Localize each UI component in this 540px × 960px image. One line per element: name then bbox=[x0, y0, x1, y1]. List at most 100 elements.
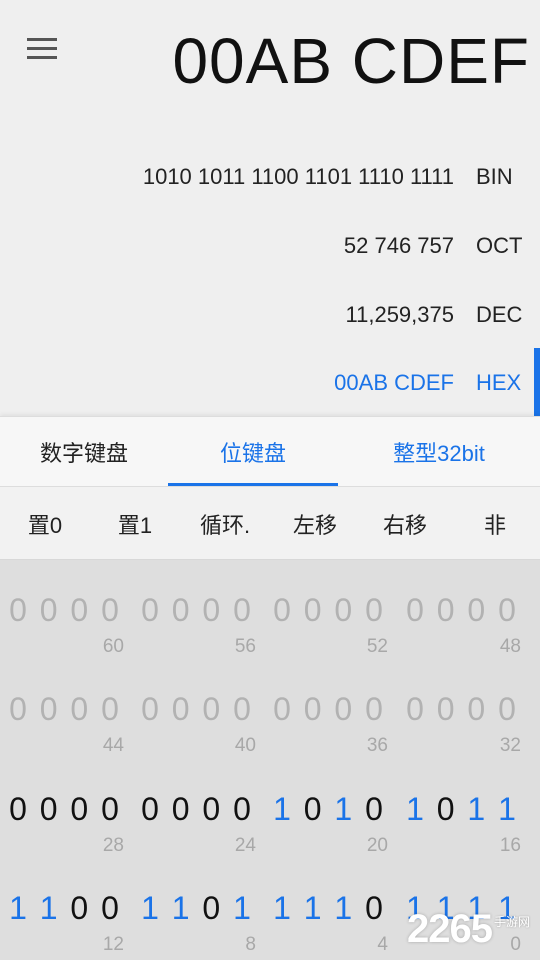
bit-toggle[interactable]: 0 bbox=[401, 691, 429, 728]
set-one-button[interactable]: 置1 bbox=[90, 487, 180, 561]
bit-toggle[interactable]: 1 bbox=[329, 791, 357, 828]
watermark-number: 2265 bbox=[407, 907, 493, 951]
bit-toggle[interactable]: 0 bbox=[329, 592, 357, 629]
oct-value: 52 746 757 bbox=[343, 233, 454, 258]
bit-group-digits: 1110 bbox=[268, 890, 388, 927]
bit-toggle[interactable]: 0 bbox=[299, 791, 327, 828]
shift-left-button[interactable]: 左移 bbox=[270, 487, 360, 561]
bit-group-digits: 0000 bbox=[136, 791, 256, 828]
bit-group-digits: 0000 bbox=[136, 592, 256, 629]
bit-toggle[interactable]: 0 bbox=[228, 691, 256, 728]
bit-position-label: 20 bbox=[366, 835, 388, 856]
bit-toggle[interactable]: 1 bbox=[167, 890, 195, 927]
dec-row[interactable]: 11,259,375 DEC bbox=[345, 295, 523, 335]
tab-bit-keyboard[interactable]: 位键盘 bbox=[168, 417, 338, 487]
bit-toggle[interactable]: 1 bbox=[401, 791, 429, 828]
oct-row[interactable]: 52 746 757 OCT bbox=[343, 226, 523, 266]
bit-toggle[interactable]: 0 bbox=[136, 592, 164, 629]
bit-toggle[interactable]: 0 bbox=[329, 691, 357, 728]
bit-toggle[interactable]: 1 bbox=[462, 791, 490, 828]
rotate-button[interactable]: 循环. bbox=[180, 487, 270, 561]
bit-toggle[interactable]: 0 bbox=[360, 791, 388, 828]
bit-toggle[interactable]: 0 bbox=[401, 592, 429, 629]
bit-group-36: 0 0 0 0 36 bbox=[268, 673, 388, 772]
bit-position-label: 16 bbox=[499, 835, 521, 856]
bit-group-4: 11104 bbox=[268, 872, 388, 960]
hex-row[interactable]: 00AB CDEF HEX bbox=[334, 363, 522, 403]
bin-row[interactable]: 1010 1011 1100 1101 1110 1111 BIN bbox=[143, 157, 522, 197]
bit-toggle[interactable]: 0 bbox=[96, 691, 124, 728]
bit-toggle[interactable]: 0 bbox=[167, 592, 195, 629]
bit-toggle[interactable]: 0 bbox=[268, 592, 296, 629]
hamburger-menu-icon[interactable] bbox=[27, 38, 57, 60]
bit-toggle[interactable]: 1 bbox=[35, 890, 63, 927]
bit-toggle[interactable]: 1 bbox=[299, 890, 327, 927]
bit-toggle[interactable]: 0 bbox=[4, 592, 32, 629]
bit-toggle[interactable]: 0 bbox=[35, 592, 63, 629]
bit-position-label: 48 bbox=[499, 636, 521, 657]
bit-position-label: 28 bbox=[102, 835, 124, 856]
tab-int32[interactable]: 整型32bit bbox=[338, 417, 540, 487]
bit-toggle[interactable]: 0 bbox=[65, 592, 93, 629]
keyboard-tabs: 数字键盘 位键盘 整型32bit bbox=[0, 416, 540, 487]
bit-toggle[interactable]: 0 bbox=[65, 890, 93, 927]
bit-toggle[interactable]: 1 bbox=[493, 791, 521, 828]
bit-toggle[interactable]: 0 bbox=[197, 691, 225, 728]
bit-toggle[interactable]: 1 bbox=[4, 890, 32, 927]
bit-toggle[interactable]: 1 bbox=[228, 890, 256, 927]
bit-toggle[interactable]: 0 bbox=[228, 592, 256, 629]
bit-toggle[interactable]: 0 bbox=[65, 691, 93, 728]
bit-toggle[interactable]: 0 bbox=[96, 791, 124, 828]
bit-group-52: 0 0 0 0 52 bbox=[268, 574, 388, 673]
bit-position-label: 24 bbox=[234, 835, 256, 856]
bit-toggle[interactable]: 0 bbox=[493, 592, 521, 629]
bit-position-label: 36 bbox=[366, 735, 388, 756]
bit-toggle[interactable]: 0 bbox=[493, 691, 521, 728]
bit-toggle[interactable]: 0 bbox=[360, 592, 388, 629]
bit-toggle[interactable]: 1 bbox=[268, 791, 296, 828]
active-base-indicator bbox=[534, 348, 540, 416]
bit-toggle[interactable]: 0 bbox=[268, 691, 296, 728]
bit-toggle[interactable]: 0 bbox=[167, 791, 195, 828]
bit-toggle[interactable]: 0 bbox=[35, 791, 63, 828]
bit-toggle[interactable]: 0 bbox=[299, 691, 327, 728]
bit-toggle[interactable]: 1 bbox=[268, 890, 296, 927]
bit-toggle[interactable]: 0 bbox=[462, 592, 490, 629]
hex-label: HEX bbox=[476, 370, 522, 395]
dec-value: 11,259,375 bbox=[345, 302, 454, 327]
bit-group-digits: 0000 bbox=[4, 691, 124, 728]
bit-toggle[interactable]: 0 bbox=[360, 691, 388, 728]
bit-toggle[interactable]: 0 bbox=[360, 890, 388, 927]
bit-toggle[interactable]: 0 bbox=[96, 592, 124, 629]
bit-group-28: 0 0 0 0 28 bbox=[4, 773, 124, 872]
bit-toggle[interactable]: 0 bbox=[96, 890, 124, 927]
bit-toggle[interactable]: 0 bbox=[432, 791, 460, 828]
shift-right-button[interactable]: 右移 bbox=[360, 487, 450, 561]
bit-toggle[interactable]: 0 bbox=[4, 691, 32, 728]
bit-toggle[interactable]: 0 bbox=[462, 691, 490, 728]
bit-toggle[interactable]: 0 bbox=[35, 691, 63, 728]
bit-toggle[interactable]: 0 bbox=[197, 890, 225, 927]
bit-toggle[interactable]: 0 bbox=[65, 791, 93, 828]
bit-toggle[interactable]: 0 bbox=[197, 791, 225, 828]
tab-number-keyboard[interactable]: 数字键盘 bbox=[0, 417, 168, 487]
set-zero-button[interactable]: 置0 bbox=[0, 487, 90, 561]
bit-toggle[interactable]: 0 bbox=[432, 691, 460, 728]
bit-toggle[interactable]: 1 bbox=[329, 890, 357, 927]
bit-group-digits: 0000 bbox=[401, 592, 521, 629]
bit-keyboard-grid: 0 0 0 0 60 0 0 0 0 56 0 0 0 0 52 0 0 0 0 48 0 0 0 0 44 0 0 0 0 40 0 0 0 0… bbox=[0, 560, 540, 960]
bit-toggle[interactable]: 0 bbox=[136, 791, 164, 828]
bit-toggle[interactable]: 1 bbox=[136, 890, 164, 927]
bit-position-label: 12 bbox=[102, 934, 124, 955]
bit-group-digits: 0000 bbox=[4, 592, 124, 629]
bit-toggle[interactable]: 0 bbox=[432, 592, 460, 629]
bit-toggle[interactable]: 0 bbox=[197, 592, 225, 629]
bit-toggle[interactable]: 0 bbox=[4, 791, 32, 828]
bit-toggle[interactable]: 0 bbox=[299, 592, 327, 629]
bit-position-label: 52 bbox=[366, 636, 388, 657]
bit-toggle[interactable]: 0 bbox=[136, 691, 164, 728]
not-button[interactable]: 非 bbox=[450, 487, 540, 561]
bit-toggle[interactable]: 0 bbox=[167, 691, 195, 728]
bit-position-label: 8 bbox=[245, 934, 256, 955]
bit-toggle[interactable]: 0 bbox=[228, 791, 256, 828]
